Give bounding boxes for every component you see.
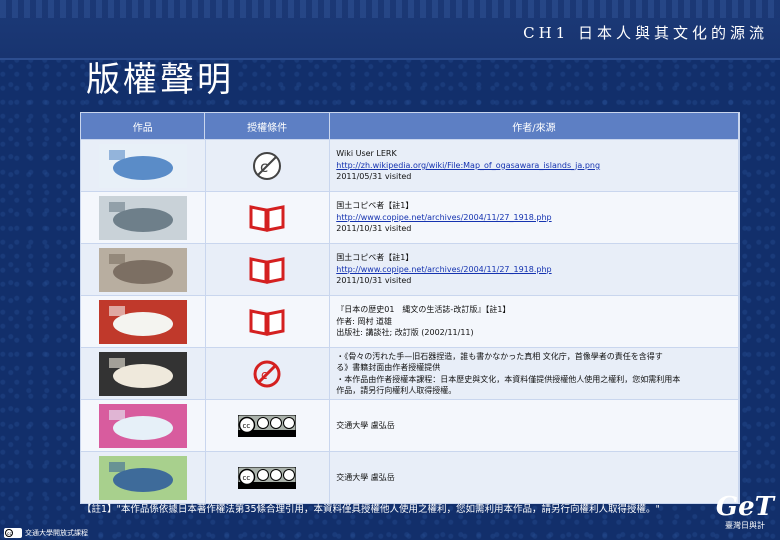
- work-thumbnail-cell: [81, 192, 206, 243]
- chapter-title: CH1 日本人與其文化的源流: [523, 24, 768, 42]
- table-row: cc 交通大學 盧弘岳: [80, 452, 740, 504]
- source-cell: 『日本の歴史01 縄文の生活誌-改訂版』【註1】 作者: 岡村 道雄出版社: 講談…: [330, 296, 740, 347]
- cc-by-nc-sa-icon: cc: [238, 414, 297, 437]
- column-header-license: 授權條件: [205, 113, 330, 139]
- license-cell: [206, 244, 331, 295]
- slide-background: CH1 日本人與其文化的源流 版權聲明 作品 授權條件 作者/來源 c Wiki …: [0, 0, 780, 540]
- public-domain-icon: c: [253, 151, 282, 180]
- source-link[interactable]: http://www.copipe.net/archives/2004/11/2…: [336, 212, 551, 224]
- source-cell: 国土コピペ者【註1】 http://www.copipe.net/archives…: [330, 192, 740, 243]
- source-text: 2011/10/31 visited: [336, 276, 412, 286]
- work-thumbnail-cell: [81, 244, 206, 295]
- source-cell: 交通大學 盧弘岳: [330, 452, 740, 503]
- table-header: 作品 授權條件 作者/來源: [80, 112, 740, 140]
- work-thumbnail: [98, 247, 187, 292]
- work-thumbnail-cell: [81, 296, 206, 347]
- source-cell: Wiki User LERK http://zh.wikipedia.org/wi…: [330, 140, 740, 191]
- table-row: 『日本の歴史01 縄文の生活誌-改訂版』【註1】 作者: 岡村 道雄出版社: 講談…: [80, 296, 740, 348]
- table-row: 国土コピペ者【註1】 http://www.copipe.net/archives…: [80, 192, 740, 244]
- table-row: 国土コピペ者【註1】 http://www.copipe.net/archives…: [80, 244, 740, 296]
- copyright-book-icon: [249, 204, 285, 232]
- work-thumbnail: [98, 299, 187, 344]
- work-thumbnail-cell: [81, 400, 206, 451]
- source-text: 作品，請另行向權利人取得授權。: [336, 386, 457, 395]
- source-text: 2011/10/31 visited: [336, 224, 412, 234]
- work-thumbnail: [98, 403, 187, 448]
- work-thumbnail: [98, 351, 187, 396]
- source-text: 2011/05/31 visited: [336, 172, 412, 182]
- source-text: 国土コピペ者【註1】: [336, 201, 414, 211]
- table-row: c ・《骨々の汚れた手—旧石器捏造，誰も書かなかった真相 文化庁，首像學者の責任を…: [80, 348, 740, 400]
- no-copyright-icon: c: [253, 360, 281, 387]
- source-cell: 国土コピペ者【註1】 http://www.copipe.net/archives…: [330, 244, 740, 295]
- header-pattern: [0, 0, 780, 18]
- page-title: 版權聲明: [86, 60, 234, 100]
- license-cell: cc: [206, 452, 331, 503]
- source-text: 出版社: 講談社; 改訂版 (2002/11/11): [336, 328, 474, 338]
- header-band: CH1 日本人與其文化的源流: [0, 0, 780, 60]
- source-text: 交通大學 盧弘岳: [336, 472, 395, 482]
- copyright-table: 作品 授權條件 作者/來源 c Wiki User LERK http://zh.w…: [80, 112, 740, 504]
- source-cell: 交通大學 盧弘岳: [330, 400, 740, 451]
- get-logo: GeT 臺灣日與計: [716, 494, 774, 531]
- work-thumbnail-cell: [81, 348, 206, 399]
- source-text: Wiki User LERK: [336, 149, 397, 159]
- logo-text: GeT: [715, 492, 774, 522]
- footer-left: cc 交通大學開放式課程: [4, 528, 88, 538]
- copyright-book-icon: [249, 256, 285, 284]
- license-cell: [206, 192, 331, 243]
- source-text: る》書籍封面由作者授權提供: [336, 363, 441, 372]
- license-cell: c: [206, 348, 331, 399]
- footnote: 【註1】"本作品係依據日本著作權法第35條合理引用，本資料僅具授權他人使用之權利…: [82, 504, 660, 515]
- license-cell: c: [206, 140, 331, 191]
- table-body: c Wiki User LERK http://zh.wikipedia.org/w…: [80, 140, 740, 504]
- svg-text:cc: cc: [7, 532, 12, 537]
- source-text: 国土コピペ者【註1】: [336, 253, 414, 263]
- svg-text:cc: cc: [243, 422, 251, 430]
- work-thumbnail-cell: [81, 140, 206, 191]
- column-header-source: 作者/來源: [330, 113, 739, 139]
- source-link[interactable]: http://www.copipe.net/archives/2004/11/2…: [336, 264, 551, 276]
- source-text: 交通大學 盧弘岳: [336, 420, 395, 430]
- table-row: cc 交通大學 盧弘岳: [80, 400, 740, 452]
- table-row: c Wiki User LERK http://zh.wikipedia.org/w…: [80, 140, 740, 192]
- source-link[interactable]: http://zh.wikipedia.org/wiki/File:Map_of…: [336, 160, 600, 172]
- cc-by-nc-sa-icon: cc: [238, 466, 297, 489]
- column-header-work: 作品: [81, 113, 206, 139]
- source-text: ・《骨々の汚れた手—旧石器捏造，誰も書かなかった真相 文化庁，首像學者の責任を含…: [336, 351, 663, 361]
- copyright-book-icon: [249, 308, 285, 336]
- source-text: ・本作品由作者授權本課程：日本歷史與文化，本資料僅提供授權他人使用之權利，您如需…: [336, 374, 681, 384]
- work-thumbnail: [98, 143, 187, 188]
- source-text: 作者: 岡村 道雄: [336, 316, 393, 326]
- license-cell: [206, 296, 331, 347]
- svg-text:cc: cc: [243, 474, 251, 482]
- work-thumbnail-cell: [81, 452, 206, 503]
- work-thumbnail: [98, 195, 187, 240]
- source-cell: ・《骨々の汚れた手—旧石器捏造，誰も書かなかった真相 文化庁，首像學者の責任を含…: [330, 348, 740, 399]
- cc-small-icon: cc: [4, 528, 22, 538]
- work-thumbnail: [98, 455, 187, 500]
- footer-text: 交通大學開放式課程: [25, 529, 88, 537]
- license-cell: cc: [206, 400, 331, 451]
- source-text: 『日本の歴史01 縄文の生活誌-改訂版』【註1】: [336, 305, 511, 315]
